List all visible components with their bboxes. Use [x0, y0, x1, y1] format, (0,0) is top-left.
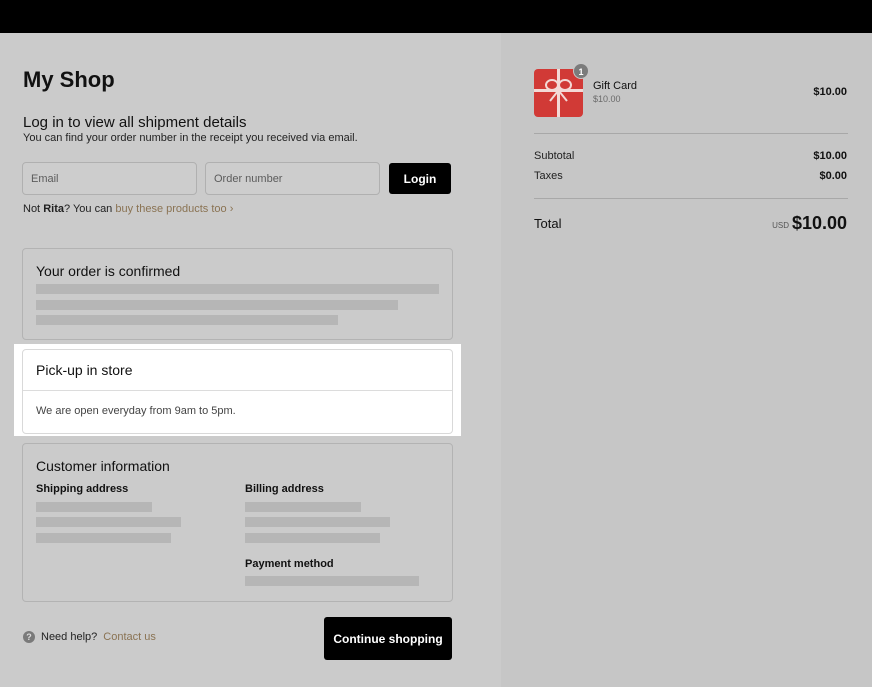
customer-info-card: Customer information Shipping address Bi… [22, 443, 453, 602]
pickup-title: Pick-up in store [36, 362, 133, 378]
placeholder-line [245, 576, 419, 586]
login-button[interactable]: Login [389, 163, 451, 194]
divider [534, 133, 848, 134]
placeholder-line [36, 533, 171, 543]
placeholder-line [36, 502, 152, 512]
total-label: Total [534, 216, 562, 231]
customer-info-title: Customer information [36, 458, 170, 474]
not-suffix: ? You can [63, 203, 116, 215]
not-user-line: Not Rita? You can buy these products too… [23, 203, 233, 215]
continue-shopping-button[interactable]: Continue shopping [324, 617, 452, 660]
taxes-value: $0.00 [819, 170, 847, 182]
taxes-label: Taxes [534, 170, 563, 182]
placeholder-line [245, 517, 390, 527]
contact-us-link[interactable]: Contact us [103, 631, 156, 643]
product-price: $10.00 [813, 86, 847, 98]
order-confirmed-title: Your order is confirmed [36, 263, 181, 279]
shipping-address-label: Shipping address [36, 483, 129, 495]
currency-code: USD [772, 221, 789, 230]
order-summary-sidebar: 1 Gift Card $10.00 $10.00 Subtotal $10.0… [501, 33, 872, 687]
placeholder-line [36, 300, 398, 310]
help-icon: ? [23, 631, 35, 643]
subtotal-value: $10.00 [813, 150, 847, 162]
quantity-badge: 1 [573, 63, 589, 79]
placeholder-line [36, 517, 181, 527]
subtotal-label: Subtotal [534, 150, 575, 162]
order-number-input[interactable] [205, 162, 380, 195]
not-prefix: Not [23, 203, 44, 215]
login-heading: Log in to view all shipment details [23, 114, 247, 131]
login-subtext: You can find your order number in the re… [23, 132, 358, 144]
order-confirmed-card: Your order is confirmed [22, 248, 453, 340]
placeholder-line [245, 533, 380, 543]
placeholder-line [36, 315, 338, 325]
product-name: Gift Card [593, 80, 638, 92]
buy-products-link[interactable]: buy these products too › [115, 203, 233, 215]
billing-address-label: Billing address [245, 483, 324, 495]
payment-method-label: Payment method [245, 558, 334, 570]
email-input[interactable] [22, 162, 197, 195]
divider [23, 390, 452, 391]
product-variant-price: $10.00 [593, 94, 621, 104]
pickup-card: Pick-up in store We are open everyday fr… [22, 349, 453, 434]
top-bar [0, 0, 872, 33]
shop-title: My Shop [23, 67, 115, 92]
help-text: Need help? [41, 631, 98, 643]
divider [534, 198, 848, 199]
main-content: My Shop Log in to view all shipment deta… [0, 33, 501, 687]
placeholder-line [245, 502, 361, 512]
help-line: ? Need help? Contact us [23, 631, 156, 643]
user-name: Rita [43, 203, 64, 215]
total-value: $10.00 [791, 213, 847, 233]
pickup-hours: We are open everyday from 9am to 5pm. [36, 405, 236, 417]
placeholder-line [36, 284, 439, 294]
